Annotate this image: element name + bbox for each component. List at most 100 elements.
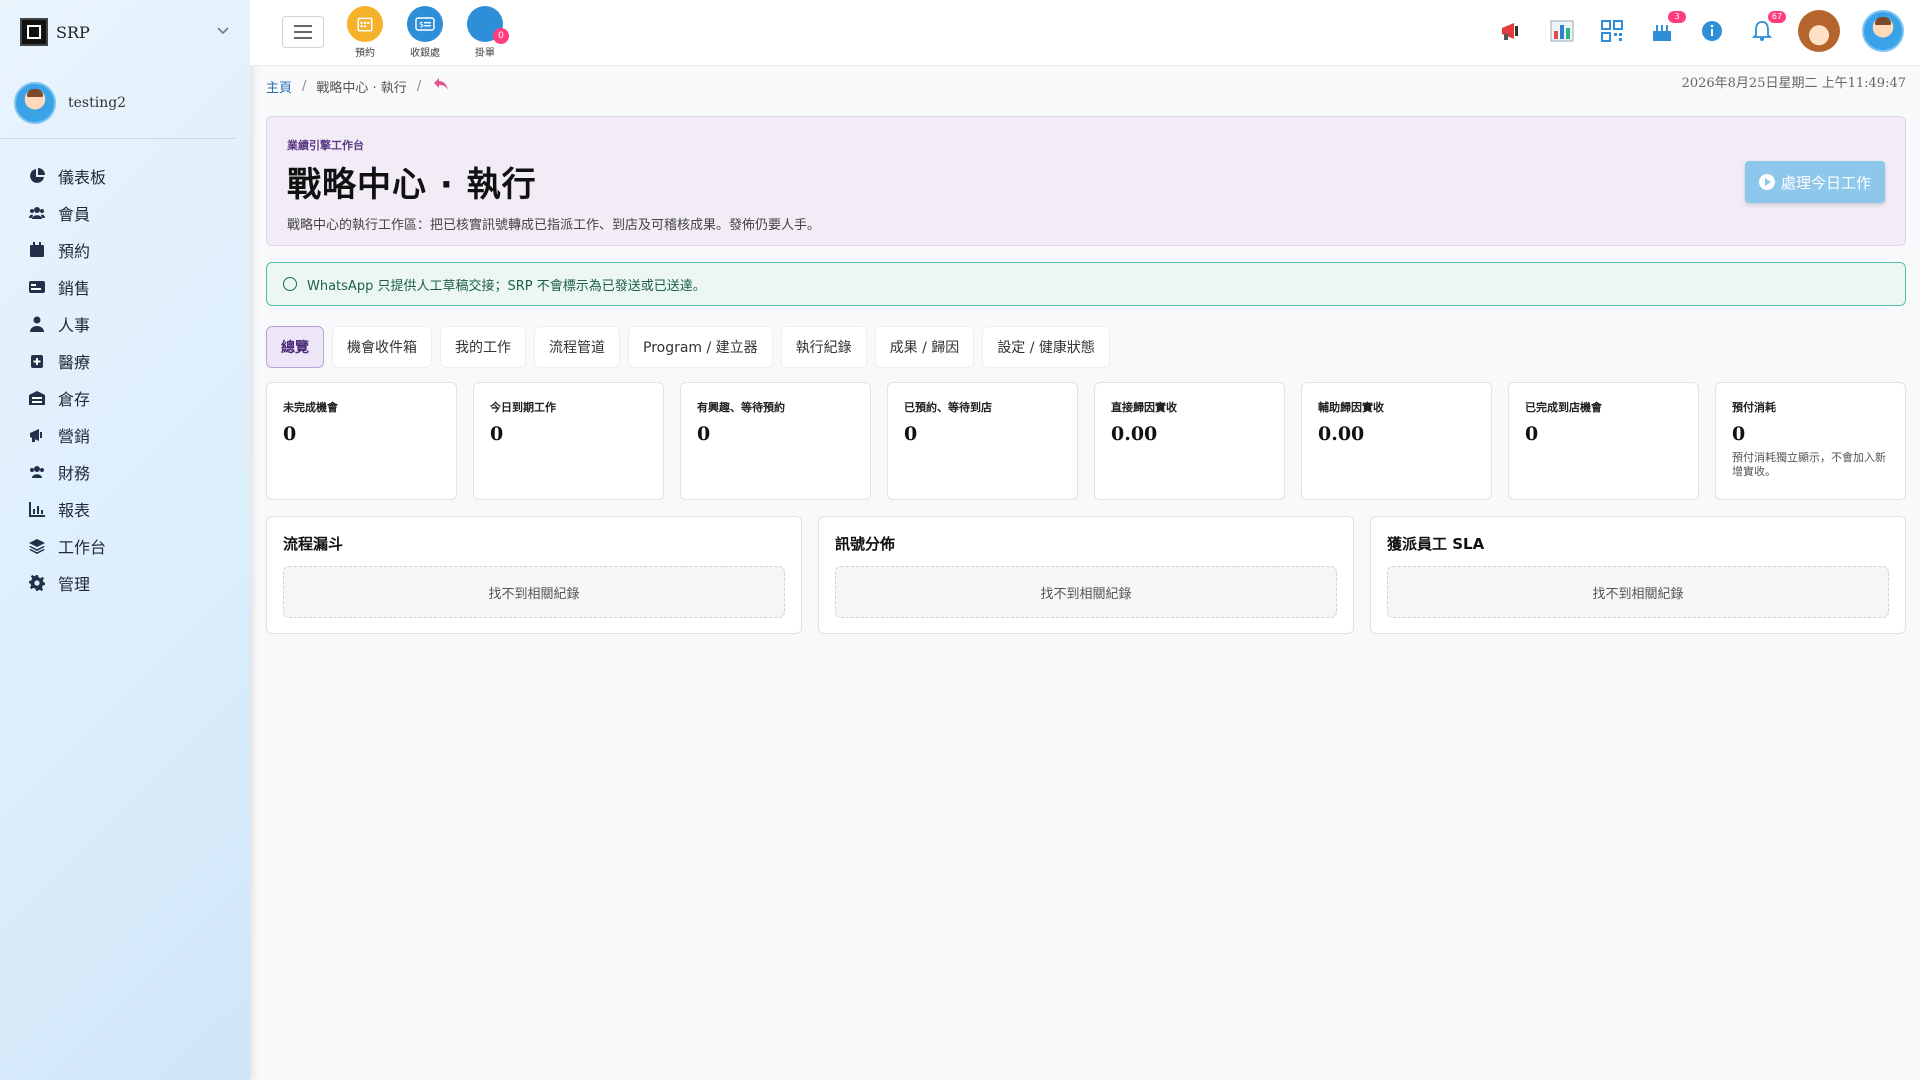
process-today-label: 處理今日工作 [1780,173,1871,192]
user-menu-avatar[interactable] [1862,10,1904,52]
person-icon [28,315,46,333]
tab-execution-log[interactable]: 執行紀錄 [780,326,867,368]
sidebar-item-marketing[interactable]: 營銷 [0,416,250,453]
sidebar-item-label: 管理 [58,574,91,594]
sidebar-item-sales[interactable]: 銷售 [0,268,250,305]
sidebar-item-label: 儀表板 [58,167,107,187]
tab-my-work[interactable]: 我的工作 [440,326,526,368]
hold-badge: 0 [493,28,509,44]
sidebar-item-medical[interactable]: 醫療 [0,342,250,379]
chevron-down-icon[interactable] [216,23,230,41]
sidebar-item-admin[interactable]: 管理 [0,564,250,601]
sidebar-item-dashboard[interactable]: 儀表板 [0,157,250,194]
sidebar-item-hr[interactable]: 人事 [0,305,250,342]
finance-users-icon [28,463,46,481]
sidebar-item-reports[interactable]: 報表 [0,490,250,527]
stat-value: 0 [904,423,918,445]
stat-label: 有興趣、等待預約 [697,401,785,414]
tab-program-builder[interactable]: Program / 建立器 [628,326,773,368]
main-content: 主頁 / 戰略中心 · 執行 / 2026年8月25日星期二 上午11:49:4… [266,66,1906,634]
topbar-icons: 3 67 [1498,10,1904,52]
process-today-button[interactable]: 處理今日工作 [1745,161,1885,203]
whatsapp-icon [283,277,297,291]
sidebar-item-label: 人事 [58,315,91,335]
birthday-cake-icon[interactable]: 3 [1648,11,1686,45]
stat-card: 已完成到店機會 0 [1508,382,1699,500]
tab-pipeline[interactable]: 流程管道 [534,326,620,368]
stat-card: 直接歸因實收 0.00 [1094,382,1285,500]
stat-value: 0 [697,423,711,445]
hold-order-icon: 0 [467,6,509,44]
quick-cashier-label: 收銀處 [410,48,440,59]
sidebar-item-label: 倉存 [58,389,91,409]
sidebar-item-label: 銷售 [58,278,91,298]
tab-opportunity-inbox[interactable]: 機會收件箱 [332,326,432,368]
sidebar-item-label: 會員 [58,204,91,224]
topbar: 預約 $ 收銀處 0 掛單 3 67 [250,0,1920,66]
stat-value: 0 [490,423,504,445]
sidebar-item-workbench[interactable]: 工作台 [0,527,250,564]
signal-distribution-panel: 訊號分佈 找不到相關紀錄 [818,516,1354,634]
funnel-panel: 流程漏斗 找不到相關紀錄 [266,516,802,634]
megaphone-icon[interactable] [1498,17,1526,45]
stat-card: 預付消耗 0 預付消耗獨立顯示，不會加入新增實收。 [1715,382,1906,500]
play-icon [1758,174,1775,190]
stat-label: 已預約、等待到店 [904,401,992,414]
staff-avatar[interactable] [1798,10,1840,52]
megaphone-icon [28,426,46,444]
quick-booking-button[interactable]: 預約 [340,6,390,59]
stat-label: 輔助歸因實收 [1318,401,1384,414]
quick-cashier-button[interactable]: $ 收銀處 [400,6,450,59]
bell-icon[interactable]: 67 [1748,11,1786,45]
stat-card: 已預約、等待到店 0 [887,382,1078,500]
brand-logo [20,18,48,46]
user-name: testing2 [68,95,127,111]
back-arrow-icon[interactable] [433,77,449,95]
current-datetime: 2026年8月25日星期二 上午11:49:47 [1681,76,1906,91]
notification-badge: 67 [1768,11,1786,23]
sidebar-item-finance[interactable]: 財務 [0,453,250,490]
empty-state: 找不到相關紀錄 [283,566,785,618]
stat-value: 0 [1525,423,1539,445]
stat-value: 0 [1732,423,1746,445]
tab-overview[interactable]: 總覽 [266,326,324,368]
sidebar-item-booking[interactable]: 預約 [0,231,250,268]
tab-results-attribution[interactable]: 成果 / 歸因 [874,326,975,368]
stat-label: 預付消耗 [1732,401,1776,414]
sidebar: SRP testing2 儀表板 會員 預約 銷售 人事 醫療 倉存 營銷 財務… [0,0,250,1080]
medical-icon [28,352,46,370]
sidebar-item-label: 醫療 [58,352,91,372]
sidebar-item-warehouse[interactable]: 倉存 [0,379,250,416]
stat-value: 0.00 [1318,423,1365,445]
breadcrumb: 主頁 / 戰略中心 · 執行 / 2026年8月25日星期二 上午11:49:4… [266,66,1906,106]
stat-card: 有興趣、等待預約 0 [680,382,871,500]
sidebar-nav: 儀表板 會員 預約 銷售 人事 醫療 倉存 營銷 財務 報表 工作台 管理 [0,139,250,601]
pie-chart-icon [28,167,46,185]
stat-card: 未完成機會 0 [266,382,457,500]
user-avatar [14,82,56,124]
empty-state: 找不到相關紀錄 [1387,566,1889,618]
users-icon [28,204,46,222]
sidebar-user[interactable]: testing2 [0,64,236,139]
sidebar-item-label: 工作台 [58,537,107,557]
stat-card: 輔助歸因實收 0.00 [1301,382,1492,500]
brand-bar[interactable]: SRP [0,0,250,64]
bar-chart-icon [28,500,46,518]
menu-toggle-button[interactable] [282,16,324,48]
panel-title: 流程漏斗 [283,535,344,553]
info-icon[interactable] [1698,17,1726,45]
sidebar-item-members[interactable]: 會員 [0,194,250,231]
breadcrumb-home-link[interactable]: 主頁 [266,77,292,96]
birthday-badge: 3 [1668,11,1686,23]
stat-label: 直接歸因實收 [1111,401,1177,414]
staff-sla-panel: 獲派員工 SLA 找不到相關紀錄 [1370,516,1906,634]
bar-chart-icon[interactable] [1548,17,1576,45]
layers-icon [28,537,46,555]
quick-hold-button[interactable]: 0 掛單 [460,6,510,59]
tab-settings-health[interactable]: 設定 / 健康狀態 [982,326,1110,368]
empty-state: 找不到相關紀錄 [835,566,1337,618]
card-icon [28,278,46,296]
qr-code-icon[interactable] [1598,17,1626,45]
quick-hold-label: 掛單 [475,48,495,59]
warehouse-icon [28,389,46,407]
